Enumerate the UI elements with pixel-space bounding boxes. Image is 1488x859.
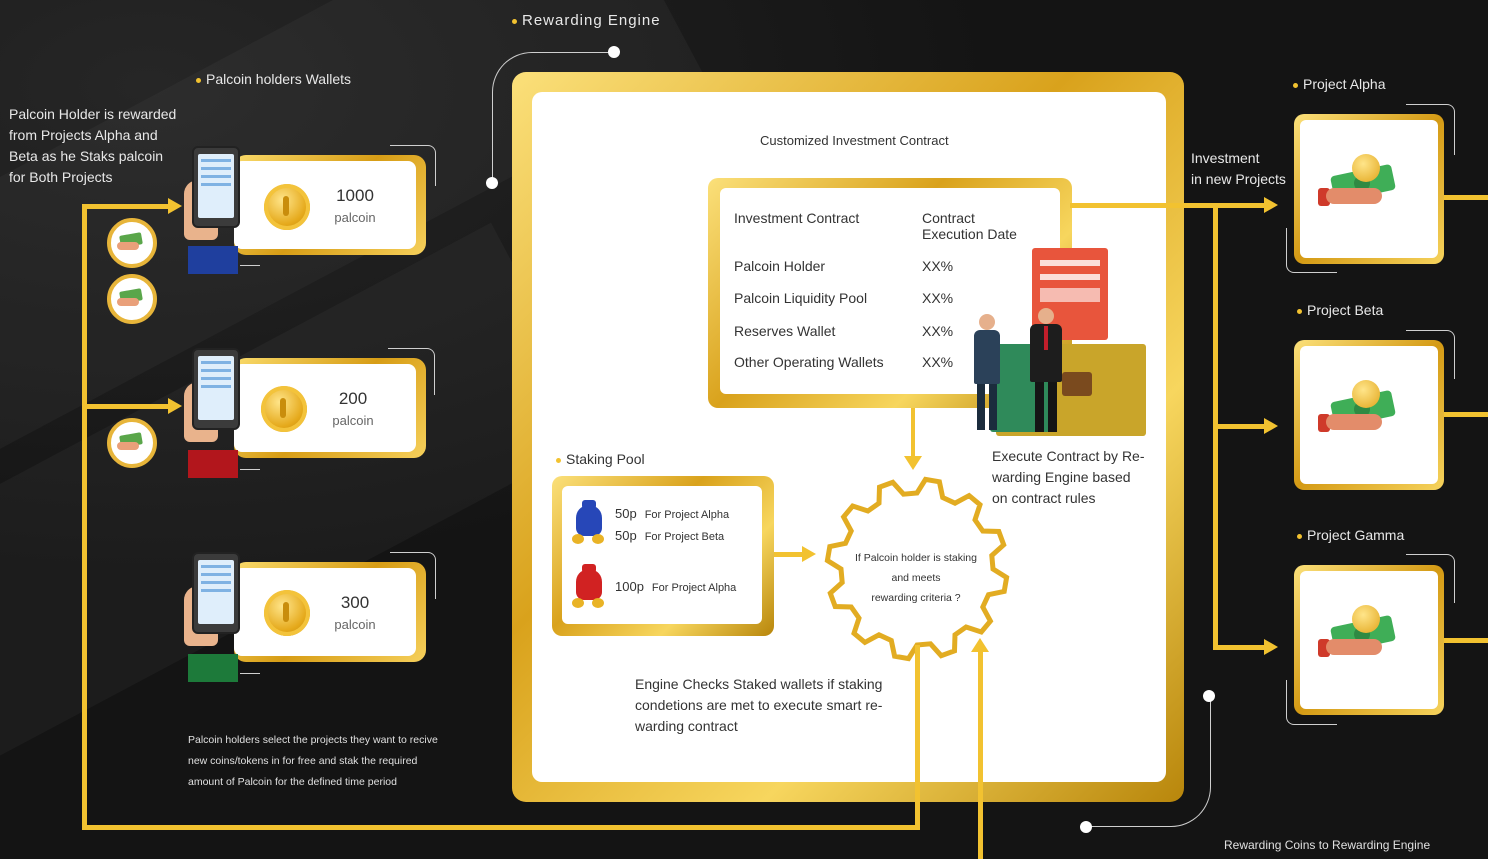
flow-arrow-head [1264, 639, 1278, 655]
flow-arrow-head [802, 546, 816, 562]
flow-arrow-head [1264, 197, 1278, 213]
wallet-amount: 200 [338, 389, 368, 408]
reward-badge-icon [107, 218, 157, 268]
bottom-label: Rewarding Coins to Rewarding Engine [1224, 838, 1431, 852]
blue-coin-bag-icon [572, 500, 606, 544]
flow-line [82, 404, 172, 409]
project-alpha-label: Project Alpha [1293, 76, 1386, 92]
reward-badge-icon [107, 418, 157, 468]
contract-row-name: Reserves Wallet [734, 323, 836, 339]
contract-row-name: Palcoin Liquidity Pool [734, 290, 868, 306]
businessman-illustration [974, 314, 1000, 430]
connector-line [240, 469, 260, 471]
contract-row-value: XX% [922, 258, 954, 274]
contract-header-right: Contract Execution Date [922, 210, 1017, 242]
contract-title: Customized Investment Contract [760, 133, 949, 148]
phone-icon [192, 348, 240, 430]
wallet-unit: palcoin [334, 210, 376, 225]
businessman-illustration [1030, 308, 1062, 432]
rewarding-engine-label: Rewarding Engine [512, 12, 661, 29]
flow-arrow-head [168, 398, 182, 414]
execute-note: Execute Contract by Re- warding Engine b… [992, 448, 1145, 506]
red-coin-bag-icon [572, 564, 606, 608]
flow-arrow [774, 552, 804, 557]
contract-row-name: Palcoin Holder [734, 258, 826, 274]
investment-label: Investment in new Projects [1191, 150, 1286, 187]
flow-arrow-head [1264, 418, 1278, 434]
sleeve-blue [188, 246, 238, 274]
wallet-unit: palcoin [332, 413, 374, 428]
connector-line [1406, 104, 1455, 155]
connector-dot [608, 46, 620, 58]
phone-icon [192, 146, 240, 228]
connector-line [1286, 680, 1337, 725]
engine-note: Engine Checks Staked wallets if staking … [635, 676, 883, 734]
wallets-intro: Palcoin Holder is rewarded from Projects… [9, 106, 177, 185]
flow-line [1213, 645, 1266, 650]
staking-entry: 50p For Project Alpha [615, 506, 730, 521]
wallet-amount: 1000 [336, 186, 374, 205]
connector-dot [486, 177, 498, 189]
palcoin-coin-icon [261, 386, 307, 432]
wallet-unit: palcoin [334, 617, 376, 632]
wallet-amount: 300 [340, 593, 370, 612]
gear-question: If Palcoin holder is staking and meets r… [855, 552, 977, 604]
project-beta-label: Project Beta [1297, 302, 1383, 318]
flow-line [915, 645, 920, 830]
connector-line [1090, 696, 1211, 827]
flow-line [1070, 203, 1266, 208]
connector-dot [1203, 690, 1215, 702]
briefcase-icon [1062, 372, 1092, 396]
staking-pool-label: Staking Pool [556, 451, 645, 467]
contract-row-value: XX% [922, 354, 954, 370]
flow-arrow [911, 408, 915, 458]
connector-line [390, 552, 436, 599]
contract-row-name: Other Operating Wallets [734, 354, 884, 370]
contract-row-value: XX% [922, 290, 954, 306]
palcoin-coin-icon [264, 184, 310, 230]
flow-line [82, 825, 920, 830]
reward-badge-icon [107, 274, 157, 324]
flow-line [82, 204, 87, 830]
wallets-section-label: Palcoin holders Wallets [196, 71, 351, 87]
staking-entry: 50p For Project Beta [615, 528, 725, 543]
flow-line [1444, 412, 1488, 417]
connector-dot [1080, 821, 1092, 833]
contract-row-value: XX% [922, 323, 954, 339]
connector-line [390, 145, 436, 186]
palcoin-coin-icon [264, 590, 310, 636]
flow-line [82, 204, 172, 209]
flow-line [1444, 195, 1488, 200]
connector-line [240, 673, 260, 675]
sleeve-red [188, 450, 238, 478]
flow-arrow-head [971, 638, 989, 652]
diagram-canvas: Rewarding Engine Customized Investment C… [0, 0, 1488, 859]
connector-line [1406, 330, 1455, 379]
phone-icon [192, 552, 240, 634]
connector-line [240, 265, 260, 267]
flow-line [1213, 424, 1266, 429]
flow-arrow-head [168, 198, 182, 214]
flow-line [978, 650, 983, 859]
wallets-footer: Palcoin holders select the projects they… [188, 734, 438, 788]
flow-arrow-head [904, 456, 922, 470]
project-gamma-label: Project Gamma [1297, 527, 1404, 543]
connector-line [1286, 228, 1337, 273]
staking-entry: 100p For Project Alpha [615, 579, 737, 594]
connector-line [1406, 554, 1455, 603]
sleeve-green [188, 654, 238, 682]
contract-header-left: Investment Contract [734, 210, 860, 226]
flow-line [1444, 638, 1488, 643]
connector-line [388, 348, 435, 395]
